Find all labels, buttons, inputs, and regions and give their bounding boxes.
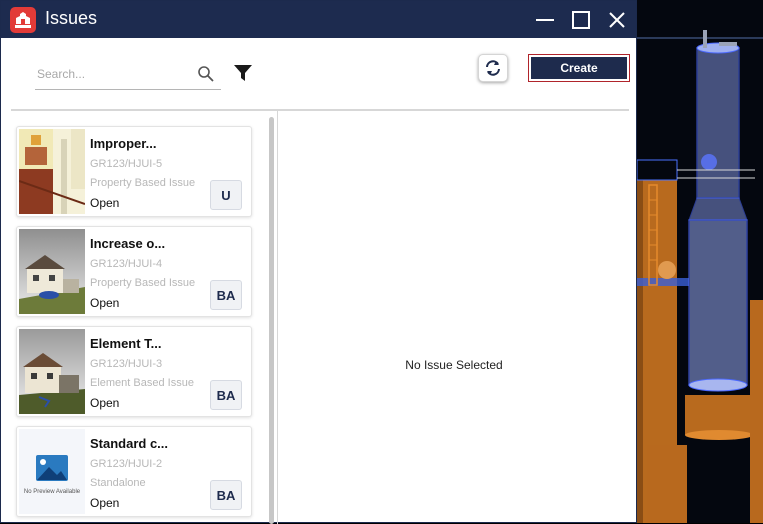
issue-type: Property Based Issue (90, 277, 196, 289)
no-issue-selected-message: No Issue Selected (405, 358, 503, 372)
window-title: Issues (45, 8, 98, 28)
close-button[interactable] (603, 6, 631, 34)
issue-title: Improper... (90, 136, 157, 151)
create-button[interactable]: Create (528, 54, 630, 82)
assignee-badge: BA (210, 480, 242, 510)
create-button-label: Create (531, 57, 627, 79)
filter-icon[interactable] (233, 63, 253, 83)
issue-type: Property Based Issue (90, 177, 196, 189)
issue-code: GR123/HJUI-2 (90, 458, 163, 470)
assignee-badge: BA (210, 280, 242, 310)
issue-list-scrollbar[interactable] (269, 117, 274, 524)
maximize-icon (572, 11, 590, 29)
title-bar[interactable]: Issues (1, 1, 636, 38)
no-preview-label: No Preview Available (23, 489, 81, 495)
issue-type: Standalone (90, 477, 146, 489)
issue-title: Standard c... (90, 436, 169, 451)
issue-card[interactable]: No Preview Available Standard c... GR123… (16, 426, 252, 517)
search-input[interactable] (35, 63, 189, 85)
issue-type: Element Based Issue (90, 377, 194, 389)
issue-status: Open (90, 196, 120, 210)
issue-title: Element T... (90, 336, 162, 351)
issue-title: Increase o... (90, 236, 166, 251)
assignee-badge: BA (210, 380, 242, 410)
refresh-icon (486, 60, 500, 76)
issue-thumbnail (19, 329, 85, 414)
close-icon (609, 12, 625, 28)
3d-viewport[interactable] (637, 0, 763, 523)
issue-card[interactable]: Increase o... GR123/HJUI-4 Property Base… (16, 226, 252, 317)
issue-thumbnail: No Preview Available (19, 429, 85, 514)
minimize-button[interactable] (531, 6, 559, 34)
app-logo-icon (10, 7, 36, 33)
issue-thumbnail (19, 229, 85, 314)
issue-code: GR123/HJUI-5 (90, 158, 163, 170)
issue-thumbnail (19, 129, 85, 214)
issue-status: Open (90, 496, 120, 510)
image-placeholder-icon (36, 455, 68, 481)
issue-code: GR123/HJUI-3 (90, 358, 163, 370)
search-icon[interactable] (197, 65, 215, 83)
assignee-badge: U (210, 180, 242, 210)
minimize-icon (536, 19, 554, 21)
3d-model-render (637, 0, 763, 523)
issue-status: Open (90, 396, 120, 410)
refresh-button[interactable] (478, 54, 508, 82)
search-box (35, 61, 221, 90)
panel-divider (277, 111, 278, 524)
issue-list[interactable]: Improper... GR123/HJUI-5 Property Based … (11, 111, 277, 524)
issue-card[interactable]: Improper... GR123/HJUI-5 Property Based … (16, 126, 252, 217)
issue-status: Open (90, 296, 120, 310)
maximize-button[interactable] (567, 6, 595, 34)
issue-code: GR123/HJUI-4 (90, 258, 163, 270)
issue-card[interactable]: Element T... GR123/HJUI-3 Element Based … (16, 326, 252, 417)
issues-window: Issues Search... Create Improper... GR12… (0, 0, 637, 524)
